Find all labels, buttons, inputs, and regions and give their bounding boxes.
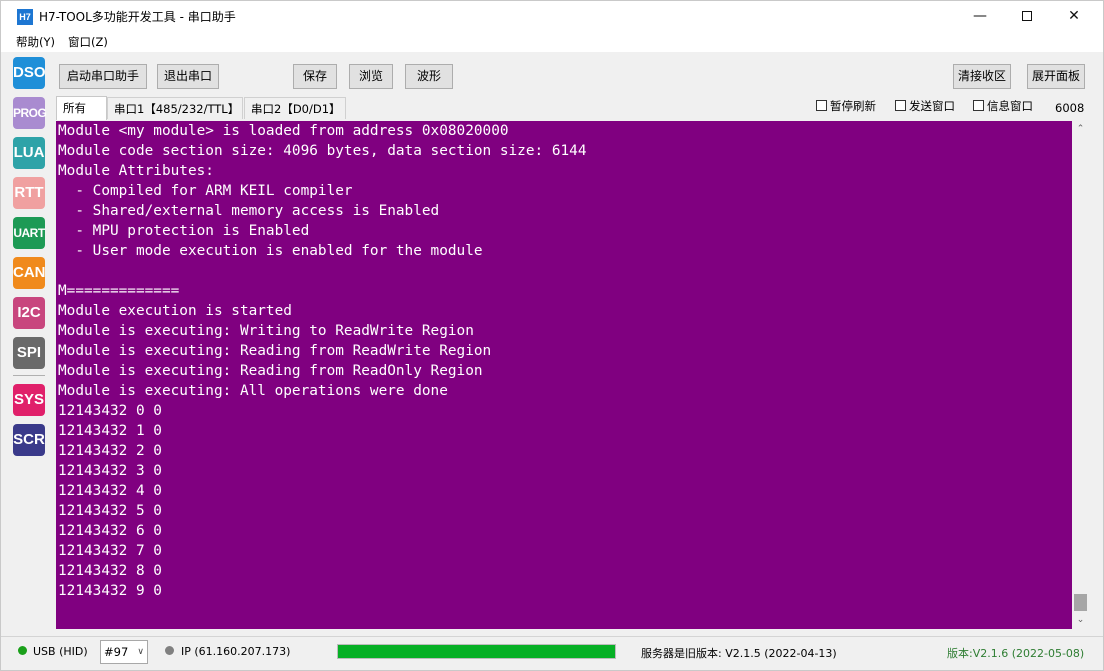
tab-all[interactable]: 所有: [56, 96, 107, 120]
sidebar-tool-lua-button[interactable]: LUA: [13, 137, 45, 169]
status-bar: USB (HID) #97 ∨ IP (61.160.207.173) 服务器是…: [1, 636, 1103, 670]
sidebar-tool-scr-button[interactable]: SCR: [13, 424, 45, 456]
minimize-button[interactable]: —: [957, 1, 1003, 32]
scroll-up-icon[interactable]: ⌃: [1072, 121, 1089, 138]
port-select-value: #97: [104, 645, 129, 659]
menu-help[interactable]: 帮助(Y): [16, 34, 55, 50]
waveform-button[interactable]: 波形: [405, 64, 453, 89]
expand-panel-button[interactable]: 展开面板: [1027, 64, 1085, 89]
window-title: H7-TOOL多功能开发工具 - 串口助手: [39, 10, 236, 24]
browse-button[interactable]: 浏览: [349, 64, 393, 89]
sidebar-tool-dso-button[interactable]: DSO: [13, 57, 46, 89]
terminal-line: Module <my module> is loaded from addres…: [58, 123, 509, 139]
terminal-line: 12143432 6 0: [58, 523, 162, 539]
sidebar-tool-uart-button[interactable]: UART: [13, 217, 45, 249]
server-version: 服务器是旧版本: V2.1.5 (2022-04-13): [641, 647, 837, 660]
exit-serial-button[interactable]: 退出串口: [157, 64, 219, 89]
terminal-line: - Shared/external memory access is Enabl…: [58, 203, 440, 219]
terminal-line: 12143432 7 0: [58, 543, 162, 559]
terminal-line: 12143432 1 0: [58, 423, 162, 439]
app-window: H7 H7-TOOL多功能开发工具 - 串口助手 — ✕ 帮助(Y) 窗口(Z)…: [0, 0, 1104, 671]
menu-bar: 帮助(Y) 窗口(Z): [1, 32, 1103, 52]
send-window-label: 发送窗口: [909, 99, 955, 113]
usb-status: USB (HID): [33, 645, 88, 658]
progress-bar: [337, 644, 616, 659]
info-window-label: 信息窗口: [987, 99, 1033, 113]
terminal-line: 12143432 4 0: [58, 483, 162, 499]
terminal-line: - MPU protection is Enabled: [58, 223, 310, 239]
port-select[interactable]: #97 ∨: [100, 640, 148, 664]
sidebar-tool-sys-button[interactable]: SYS: [13, 384, 45, 416]
close-button[interactable]: ✕: [1051, 1, 1097, 32]
chevron-down-icon: ∨: [137, 647, 144, 657]
sidebar-divider: [13, 375, 45, 376]
sidebar-tool-spi-button[interactable]: SPI: [13, 337, 45, 369]
local-version: 版本:V2.1.6 (2022-05-08): [947, 647, 1085, 660]
checkbox-icon: [895, 100, 906, 111]
terminal-line: - Compiled for ARM KEIL compiler: [58, 183, 353, 199]
checkbox-icon: [973, 100, 984, 111]
save-button[interactable]: 保存: [293, 64, 337, 89]
app-logo-icon: H7: [17, 9, 33, 25]
terminal-line: 12143432 9 0: [58, 583, 162, 599]
tab-serial-2[interactable]: 串口2【D0/D1】: [244, 97, 346, 119]
terminal-line: Module code section size: 4096 bytes, da…: [58, 143, 587, 159]
menu-window[interactable]: 窗口(Z): [68, 34, 108, 50]
terminal-line: 12143432 0 0: [58, 403, 162, 419]
terminal-line: 12143432 8 0: [58, 563, 162, 579]
terminal-line: - User mode execution is enabled for the…: [58, 243, 483, 259]
info-window-checkbox[interactable]: 信息窗口: [973, 99, 1033, 113]
checkbox-icon: [816, 100, 827, 111]
clear-receive-button[interactable]: 清接收区: [953, 64, 1011, 89]
pause-refresh-checkbox[interactable]: 暂停刷新: [816, 99, 876, 113]
send-window-checkbox[interactable]: 发送窗口: [895, 99, 955, 113]
byte-count: 6008: [1055, 101, 1085, 115]
terminal-line: 12143432 3 0: [58, 463, 162, 479]
ip-status: IP (61.160.207.173): [181, 645, 291, 658]
scroll-down-icon[interactable]: ⌄: [1072, 612, 1089, 629]
terminal-line: Module is executing: Reading from ReadWr…: [58, 343, 492, 359]
maximize-button[interactable]: [1004, 1, 1050, 32]
terminal-line: 12143432 5 0: [58, 503, 162, 519]
terminal-line: Module is executing: Writing to ReadWrit…: [58, 323, 474, 339]
progress-fill: [338, 645, 615, 658]
sidebar-tool-i2c-button[interactable]: I2C: [13, 297, 45, 329]
tab-serial-1[interactable]: 串口1【485/232/TTL】: [107, 97, 243, 119]
maximize-icon: [1022, 11, 1032, 21]
sidebar-tool-can-button[interactable]: CAN: [13, 257, 46, 289]
terminal-line: Module is executing: Reading from ReadOn…: [58, 363, 483, 379]
ip-status-dot-icon: [165, 646, 174, 655]
pause-refresh-label: 暂停刷新: [830, 99, 876, 113]
terminal-line: 12143432 2 0: [58, 443, 162, 459]
terminal-line: M=============: [58, 283, 180, 299]
start-serial-button[interactable]: 启动串口助手: [59, 64, 147, 89]
terminal-line: Module Attributes:: [58, 163, 214, 179]
sidebar-tool-rtt-button[interactable]: RTT: [13, 177, 45, 209]
sidebar-tool-prog-button[interactable]: PROG: [13, 97, 47, 129]
terminal-output[interactable]: Module <my module> is loaded from addres…: [56, 121, 1072, 629]
terminal-scrollbar[interactable]: ⌃ ⌄: [1072, 121, 1089, 629]
scroll-thumb[interactable]: [1074, 594, 1087, 611]
terminal-line: Module execution is started: [58, 303, 292, 319]
usb-status-dot-icon: [18, 646, 27, 655]
title-bar: H7 H7-TOOL多功能开发工具 - 串口助手 — ✕: [1, 1, 1103, 32]
terminal-line: Module is executing: All operations were…: [58, 383, 448, 399]
